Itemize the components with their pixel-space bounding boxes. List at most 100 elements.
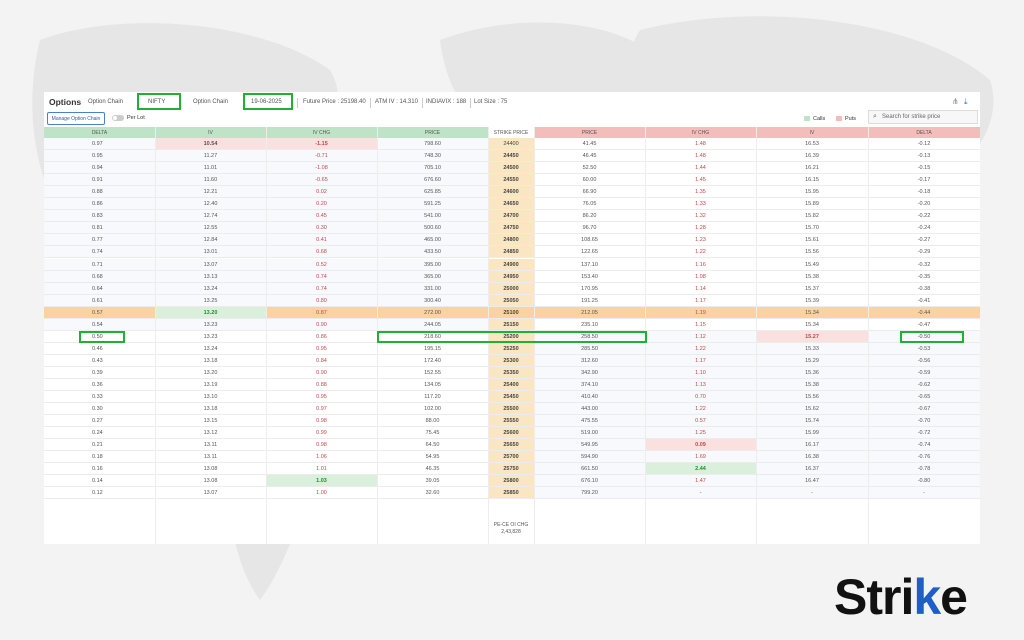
cell-p-ivchg: 1.14: [645, 282, 756, 295]
cell-c-ivchg: -1.08: [266, 162, 377, 175]
table-row[interactable]: 0.88 12.21 0.02 625.85 24600 66.90 1.35 15.95 -0…: [44, 186, 980, 199]
table-row[interactable]: 0.27 13.15 0.98 88.00 25550 475.55 0.57 15.74 -0…: [44, 415, 980, 428]
tab-option-chain[interactable]: Option Chain: [88, 99, 123, 105]
table-row[interactable]: 0.21 13.11 0.98 64.50 25650 549.95 0.09 16.17 -0…: [44, 439, 980, 452]
table-row[interactable]: 0.54 13.23 0.90 244.05 25150 235.10 1.15 15.34-…: [44, 318, 980, 331]
cell-strike: 24650: [488, 198, 534, 211]
cell-c-delta: 0.77: [44, 234, 155, 247]
cell-p-ivchg: 1.22: [645, 246, 756, 259]
cell-p-price: 52.50: [534, 162, 645, 175]
cell-c-ivchg: 0.87: [266, 306, 377, 319]
cell-c-ivchg: 1.01: [266, 463, 377, 476]
table-row[interactable]: 0.94 11.01 -1.08 705.10 24500 52.50 1.44 16.21-…: [44, 162, 980, 175]
cell-strike: 25000: [488, 282, 534, 295]
cell-p-delta: -0.27: [868, 234, 980, 247]
cell-c-iv: 13.18: [155, 354, 266, 367]
calls-legend-swatch: [804, 116, 810, 121]
cell-c-delta: 0.18: [44, 451, 155, 464]
cell-p-price: 285.50: [534, 342, 645, 355]
cell-c-ivchg: 0.98: [266, 439, 377, 452]
cell-c-price: 54.95: [377, 451, 488, 464]
cell-p-iv: 15.56: [756, 391, 868, 404]
cell-strike: 25800: [488, 475, 534, 488]
table-row[interactable]: 0.57 13.20 0.87 272.00 25100 212.05 1.19 15.34-…: [44, 306, 980, 319]
strike-logo: Strike: [834, 568, 968, 626]
cell-c-delta: 0.16: [44, 463, 155, 476]
cell-p-delta: -0.59: [868, 366, 980, 379]
cell-c-iv: 12.40: [155, 198, 266, 211]
cell-c-delta: 0.64: [44, 282, 155, 295]
top-bar: Options Option Chain NIFTY Option Chain …: [44, 92, 980, 112]
cell-p-iv: 15.37: [756, 282, 868, 295]
per-lot-toggle[interactable]: [112, 115, 124, 121]
cell-c-delta: 0.33: [44, 391, 155, 404]
header-call-price: PRICE: [377, 127, 488, 138]
cell-c-price: 244.05: [377, 318, 488, 331]
table-row[interactable]: 0.74 13.01 0.68 433.50 24850 122.65 1.22 15.56-…: [44, 246, 980, 259]
table-row[interactable]: 0.46 13.24 0.95 195.15 25250 285.50 1.22 15.33-…: [44, 342, 980, 355]
cell-c-ivchg: 0.95: [266, 391, 377, 404]
toolbar: Manage Option Chain Per Lot Calls Puts: [44, 112, 980, 126]
table-row[interactable]: 0.18 13.11 1.06 54.95 25700 594.90 1.69 16.38 -0…: [44, 451, 980, 464]
india-vix: INDIAVIX : 188: [426, 99, 467, 105]
cell-p-delta: -0.80: [868, 475, 980, 488]
table-row[interactable]: 0.33 13.10 0.95 117.20 25450 410.40 0.70 15.56-…: [44, 391, 980, 404]
table-row[interactable]: 0.83 12.74 0.45 541.00 24700 86.20 1.32 15.82 -0…: [44, 210, 980, 223]
table-row[interactable]: 0.61 13.25 0.80 300.40 25050 191.25 1.17 15.39-…: [44, 294, 980, 307]
cell-p-delta: -0.78: [868, 463, 980, 476]
cell-p-delta: -0.12: [868, 138, 980, 150]
cell-p-iv: 16.17: [756, 439, 868, 452]
table-row[interactable]: 0.43 13.18 0.84 172.40 25300 312.60 1.17 15.29-…: [44, 354, 980, 367]
strike-search-input[interactable]: ⌕ Search for strike price: [868, 110, 978, 124]
table-row[interactable]: 0.86 12.40 0.20 591.25 24650 76.05 1.33 15.89 -0…: [44, 198, 980, 211]
cell-p-iv: 15.29: [756, 354, 868, 367]
cell-c-price: 39.05: [377, 475, 488, 488]
cell-c-ivchg: 0.74: [266, 270, 377, 283]
tab-option-chain-2[interactable]: Option Chain: [193, 99, 228, 105]
table-row[interactable]: 0.36 13.19 0.88 134.05 25400 374.10 1.13 15.38-…: [44, 379, 980, 391]
cell-p-iv: 15.89: [756, 198, 868, 211]
cell-c-delta: 0.81: [44, 222, 155, 235]
cell-p-delta: -0.15: [868, 162, 980, 175]
table-row[interactable]: 0.39 13.20 0.90 152.55 25350 342.90 1.10 15.36-…: [44, 366, 980, 379]
cell-c-ivchg: 0.99: [266, 427, 377, 440]
table-row[interactable]: 0.97 10.54 -1.15 798.60 24400 41.45 1.48 16.53-…: [44, 138, 980, 150]
cell-c-ivchg: 0.52: [266, 258, 377, 271]
cell-c-delta: 0.43: [44, 354, 155, 367]
table-row[interactable]: 0.64 13.24 0.74 331.00 25000 170.95 1.14 15.37-…: [44, 282, 980, 295]
table-row[interactable]: 0.14 13.08 1.03 39.05 25800 676.10 1.47 16.47 -0…: [44, 475, 980, 488]
cell-c-iv: 11.27: [155, 150, 266, 163]
manage-option-chain-button[interactable]: Manage Option Chain: [47, 112, 105, 125]
table-row[interactable]: 0.77 12.84 0.41 465.00 24800 108.65 1.23 15.61-…: [44, 234, 980, 247]
header-strike-price: STRIKE PRICE: [488, 127, 534, 138]
cell-c-iv: 10.54: [155, 138, 266, 150]
cell-p-ivchg: 1.44: [645, 162, 756, 175]
cell-c-price: 798.60: [377, 138, 488, 150]
logo-text-k: k: [913, 569, 941, 625]
cell-c-price: 705.10: [377, 162, 488, 175]
table-row[interactable]: 0.16 13.08 1.01 46.35 25750 661.50 2.44 16.37 -0…: [44, 463, 980, 476]
cell-p-delta: -0.65: [868, 391, 980, 404]
table-row[interactable]: 0.30 13.18 0.97 102.00 25500 443.00 1.22 15.62-…: [44, 403, 980, 416]
header-put-delta: DELTA: [868, 127, 980, 138]
share-icon[interactable]: ⋔: [952, 97, 959, 106]
cell-p-price: 661.50: [534, 463, 645, 476]
symbol-selector[interactable]: NIFTY: [148, 99, 165, 105]
cell-p-delta: -0.24: [868, 222, 980, 235]
cell-c-iv: 13.01: [155, 246, 266, 259]
table-row[interactable]: 0.12 13.07 1.00 32.60 25850 799.20- - -: [44, 487, 980, 500]
table-row[interactable]: 0.68 13.13 0.74 365.00 24950 153.40 1.08 15.38-…: [44, 270, 980, 283]
table-row[interactable]: 0.91 11.60 -0.65 676.60 24550 60.00 1.45 16.15-…: [44, 174, 980, 187]
table-row[interactable]: 0.71 13.07 0.52 395.00 24900 137.10 1.16 15.49-…: [44, 258, 980, 271]
cell-c-delta: 0.74: [44, 246, 155, 259]
table-row[interactable]: 0.81 12.55 0.30 500.60 24750 96.70 1.28 15.70 -0…: [44, 222, 980, 235]
expiry-selector[interactable]: 19-06-2025: [251, 99, 282, 105]
cell-p-price: 153.40: [534, 270, 645, 283]
table-row[interactable]: 0.95 11.27 -0.71 748.30 24450 46.45 1.48 16.39-…: [44, 150, 980, 163]
cell-p-price: 191.25: [534, 294, 645, 307]
download-icon[interactable]: ⤓: [964, 97, 968, 107]
cell-p-ivchg: 1.47: [645, 475, 756, 488]
cell-p-delta: -0.53: [868, 342, 980, 355]
table-row[interactable]: 0.24 13.12 0.99 75.45 25600 519.00 1.25 15.99 -0…: [44, 427, 980, 440]
cell-c-iv: 13.25: [155, 294, 266, 307]
